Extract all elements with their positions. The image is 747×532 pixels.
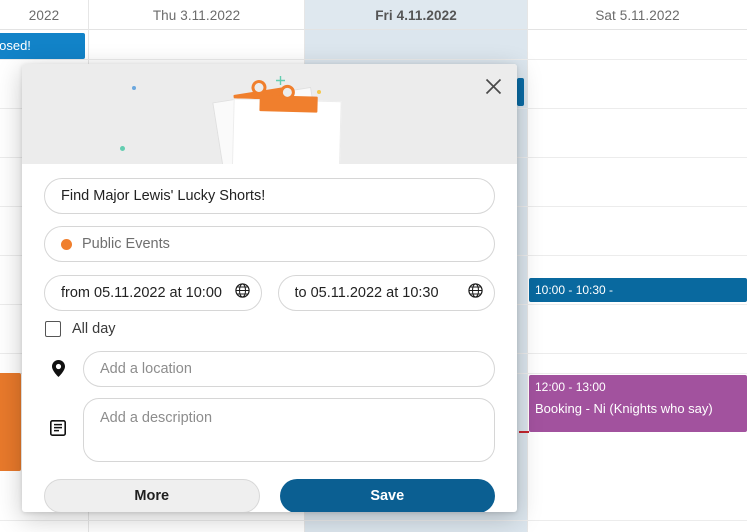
calendar-day-header-3[interactable]: Sat 5.11.2022 (528, 0, 747, 30)
calendar-event-booking[interactable]: 12:00 - 13:00 Booking - Ni (Knights who … (529, 375, 747, 432)
calendar-day-header-label-2: Fri 4.11.2022 (375, 8, 457, 23)
event-title-input[interactable] (44, 178, 495, 214)
close-icon[interactable] (479, 72, 507, 100)
current-time-marker (519, 431, 529, 433)
all-day-checkbox[interactable] (45, 321, 61, 337)
event-editor-dialog: Public Events (22, 64, 517, 512)
calendar-grid-hline (0, 59, 747, 60)
all-day-row: All day (44, 321, 495, 337)
calendar-color-dot (61, 239, 72, 250)
confetti-dot-teal (120, 146, 125, 151)
date-range-row (44, 275, 495, 311)
dialog-footer: More Save (22, 473, 517, 512)
calendar-day-header-1[interactable]: Thu 3.11.2022 (89, 0, 304, 30)
location-pin-icon (44, 351, 72, 377)
confetti-dot-blue (132, 86, 136, 90)
title-row (44, 178, 495, 214)
calendar-event-closed[interactable]: e Closed! (0, 33, 85, 59)
more-button[interactable]: More (44, 479, 260, 512)
calendar-day-header-2[interactable]: Fri 4.11.2022 (305, 0, 527, 30)
end-datetime-input[interactable] (278, 275, 496, 311)
dialog-hero-illustration (22, 64, 517, 164)
calendar-day-header-label-0: 2022 (29, 8, 59, 23)
calendar-event-title: e Closed! (0, 37, 79, 56)
dialog-body: Public Events (22, 164, 517, 462)
end-date-wrapper (278, 275, 496, 311)
description-textarea[interactable] (83, 398, 495, 462)
calendar-day-header-0[interactable]: 2022 (0, 0, 88, 30)
calendar-grid-vline (527, 0, 528, 532)
description-row (44, 398, 495, 462)
start-date-wrapper (44, 275, 262, 311)
calendar-event-orange-left[interactable] (0, 373, 21, 471)
calendar-selector-label: Public Events (82, 236, 170, 252)
calendar-event-sliver[interactable] (517, 78, 524, 106)
calendar-header-divider (0, 29, 747, 30)
location-input[interactable] (83, 351, 495, 387)
save-button[interactable]: Save (280, 479, 496, 512)
app-root: 2022 Thu 3.11.2022 Fri 4.11.2022 Sat 5.1… (0, 0, 747, 532)
calendar-header-row: 2022 Thu 3.11.2022 Fri 4.11.2022 Sat 5.1… (0, 0, 747, 30)
calendar-day-header-label-3: Sat 5.11.2022 (595, 8, 679, 23)
calendar-grid-hline (0, 520, 747, 521)
calendar-selector[interactable]: Public Events (44, 226, 495, 262)
calendar-event-time: 12:00 - 13:00 (535, 379, 741, 396)
clipboard-front (231, 86, 354, 164)
location-row (44, 351, 495, 387)
all-day-label: All day (72, 321, 116, 337)
calendar-event-time: 10:00 - 10:30 - (535, 282, 741, 299)
calendar-event-10-00[interactable]: 10:00 - 10:30 - (529, 278, 747, 302)
start-datetime-input[interactable] (44, 275, 262, 311)
calendar-event-title: Booking - Ni (Knights who say) (535, 400, 741, 419)
calendar-day-header-label-1: Thu 3.11.2022 (153, 8, 240, 23)
description-icon (44, 398, 72, 436)
